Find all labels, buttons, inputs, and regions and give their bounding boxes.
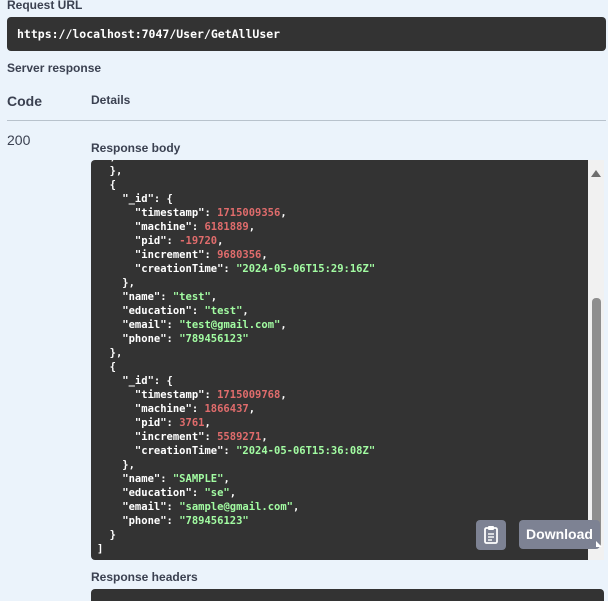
response-body-code-block[interactable]: , }, { "_id": { "timestamp": 1715009356,… bbox=[91, 160, 604, 560]
response-body-json: , }, { "_id": { "timestamp": 1715009356,… bbox=[97, 160, 376, 555]
copy-to-clipboard-button[interactable] bbox=[476, 520, 506, 550]
chevron-up-icon[interactable] bbox=[591, 170, 601, 177]
response-headers-code-block[interactable] bbox=[91, 589, 604, 601]
scrollbar-thumb[interactable] bbox=[592, 298, 601, 548]
clipboard-icon bbox=[484, 526, 498, 544]
details-column-header: Details bbox=[91, 93, 131, 107]
download-button[interactable]: Download bbox=[519, 520, 600, 549]
code-column-header: Code bbox=[7, 93, 42, 109]
response-body-label: Response body bbox=[91, 141, 181, 155]
request-url-field[interactable]: https://localhost:7047/User/GetAllUser bbox=[7, 17, 606, 51]
server-response-label: Server response bbox=[7, 61, 102, 75]
response-headers-label: Response headers bbox=[91, 570, 198, 584]
response-status-code: 200 bbox=[7, 132, 31, 148]
table-divider bbox=[7, 120, 606, 121]
resize-handle-icon[interactable] bbox=[596, 541, 602, 547]
request-url-value: https://localhost:7047/User/GetAllUser bbox=[17, 27, 281, 41]
request-url-label: Request URL bbox=[7, 0, 83, 12]
